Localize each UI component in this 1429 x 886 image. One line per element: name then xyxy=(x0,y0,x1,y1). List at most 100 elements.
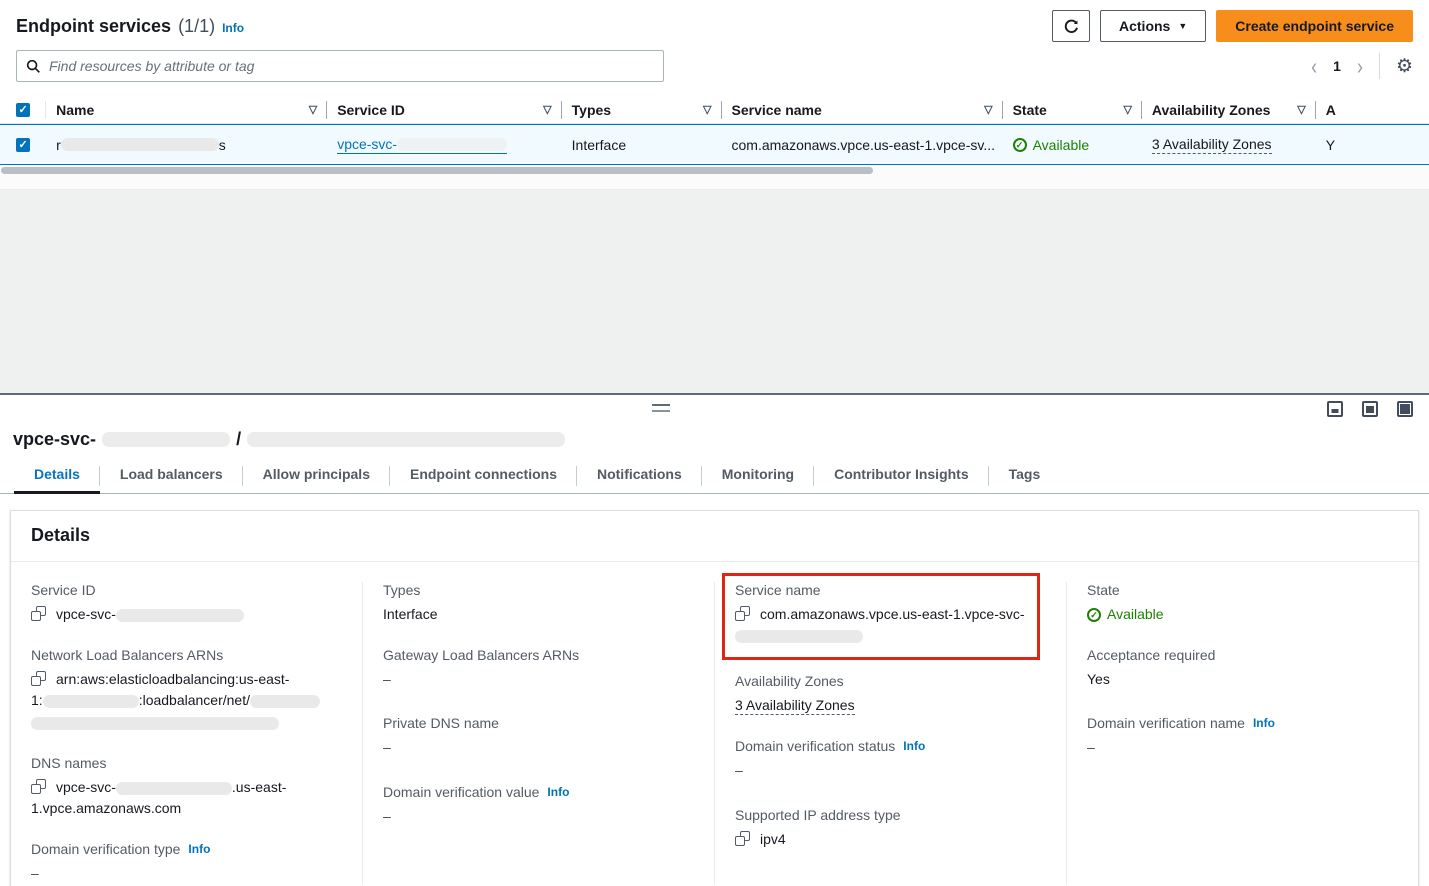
field-service-name-highlighted: Service name com.amazonaws.vpce.us-east-… xyxy=(722,573,1040,660)
column-header-service-id[interactable]: Service ID ▽ xyxy=(327,96,561,123)
refresh-button[interactable] xyxy=(1052,10,1090,42)
field-value: com.amazonaws.vpce.us-east-1.vpce-svc- xyxy=(735,604,1027,647)
redacted-title-name xyxy=(247,432,565,447)
field-value: ipv4 xyxy=(735,829,1046,851)
info-link[interactable]: Info xyxy=(1253,716,1275,730)
column-label: Name xyxy=(56,102,94,118)
list-section: Endpoint services (1/1) Info Actions ▼ C… xyxy=(0,0,1429,190)
tab-details[interactable]: Details xyxy=(14,466,100,493)
dns-text: .us-east- xyxy=(232,779,286,795)
filter-icon[interactable]: ▽ xyxy=(703,103,711,116)
refresh-icon xyxy=(1063,18,1080,35)
tab-allow-principals[interactable]: Allow principals xyxy=(243,466,390,493)
tab-notifications[interactable]: Notifications xyxy=(577,466,702,493)
search-box[interactable] xyxy=(16,50,664,82)
filter-icon[interactable]: ▽ xyxy=(309,103,317,116)
copy-icon[interactable] xyxy=(31,779,46,794)
nlb-arn-text: arn:aws:elasticloadbalancing:us-east- xyxy=(56,671,289,687)
create-endpoint-service-button[interactable]: Create endpoint service xyxy=(1216,10,1413,42)
prev-page-button[interactable]: ‹ xyxy=(1311,54,1317,77)
column-header-acceptance[interactable]: A xyxy=(1316,96,1429,123)
row-acceptance-cell: Y xyxy=(1316,125,1429,164)
panel-size-large-icon[interactable] xyxy=(1397,401,1413,417)
tab-endpoint-connections[interactable]: Endpoint connections xyxy=(390,466,577,493)
current-page[interactable]: 1 xyxy=(1333,58,1341,74)
panel-size-medium-icon[interactable] xyxy=(1362,401,1378,417)
acceptance-text: Y xyxy=(1326,137,1335,153)
field-state: State ✓ Available xyxy=(1087,582,1398,626)
filter-icon[interactable]: ▽ xyxy=(543,103,551,116)
table-row[interactable]: ✓ rs vpce-svc- Interface com.amazonaws.v… xyxy=(0,124,1429,165)
field-acceptance-required: Acceptance required Yes xyxy=(1087,647,1398,691)
redacted-name xyxy=(61,138,219,151)
tab-monitoring[interactable]: Monitoring xyxy=(702,466,814,493)
copy-icon[interactable] xyxy=(735,831,750,846)
list-header: Endpoint services (1/1) Info Actions ▼ C… xyxy=(0,0,1429,50)
redacted-value xyxy=(735,630,863,643)
field-value: – xyxy=(383,737,694,759)
column-label: Service name xyxy=(732,102,822,118)
panel-drag-handle[interactable] xyxy=(652,404,670,412)
copy-icon[interactable] xyxy=(31,671,46,686)
field-label: Availability Zones xyxy=(735,673,1046,689)
gear-icon[interactable]: ⚙ xyxy=(1396,57,1413,76)
list-title: Endpoint services (1/1) Info xyxy=(16,16,244,37)
panel-size-small-icon[interactable] xyxy=(1327,401,1343,417)
service-name-text: com.amazonaws.vpce.us-east-1.vpce-sv... xyxy=(732,137,996,153)
copy-icon[interactable] xyxy=(735,606,750,621)
field-label: Gateway Load Balancers ARNs xyxy=(383,647,694,663)
column-header-availability-zones[interactable]: Availability Zones ▽ xyxy=(1142,96,1316,123)
column-header-state[interactable]: State ▽ xyxy=(1003,96,1142,123)
caret-down-icon: ▼ xyxy=(1178,21,1187,31)
field-value: – xyxy=(735,760,1046,782)
dns-text: 1.vpce.amazonaws.com xyxy=(31,800,181,816)
actions-button[interactable]: Actions ▼ xyxy=(1100,10,1206,42)
tab-contributor-insights[interactable]: Contributor Insights xyxy=(814,466,989,493)
title-info-link[interactable]: Info xyxy=(222,21,244,35)
filter-icon[interactable]: ▽ xyxy=(1123,103,1131,116)
column-header-service-name[interactable]: Service name ▽ xyxy=(722,96,1003,123)
filter-icon[interactable]: ▽ xyxy=(1297,103,1305,116)
row-az-cell: 3 Availability Zones xyxy=(1142,125,1316,164)
tab-load-balancers[interactable]: Load balancers xyxy=(100,466,243,493)
availability-zones-link[interactable]: 3 Availability Zones xyxy=(1152,136,1272,154)
page-title: Endpoint services xyxy=(16,16,171,37)
redacted-value xyxy=(250,695,320,708)
column-header-name[interactable]: Name ▽ xyxy=(46,96,327,123)
info-link[interactable]: Info xyxy=(547,785,569,799)
field-label: Acceptance required xyxy=(1087,647,1398,663)
paging-divider xyxy=(1379,53,1380,79)
field-label: Domain verification value xyxy=(383,784,539,800)
scrollbar-thumb[interactable] xyxy=(1,167,873,174)
details-card-body: Service ID vpce-svc- Network Load Balanc… xyxy=(11,562,1418,886)
filter-icon[interactable]: ▽ xyxy=(984,103,992,116)
field-value: – xyxy=(31,863,342,885)
panel-title: vpce-svc- / xyxy=(0,395,1429,450)
select-all-checkbox-cell: ✓ xyxy=(0,96,46,123)
field-domain-verification-type: Domain verification type Info – xyxy=(31,841,342,885)
row-checkbox[interactable]: ✓ xyxy=(16,138,30,152)
tab-tags[interactable]: Tags xyxy=(989,466,1061,493)
field-value: – xyxy=(383,806,694,828)
service-id-link[interactable]: vpce-svc- xyxy=(337,136,507,154)
search-icon xyxy=(26,59,41,74)
field-glb-arns: Gateway Load Balancers ARNs – xyxy=(383,647,694,691)
field-value: vpce-svc- xyxy=(31,604,342,626)
column-header-types[interactable]: Types ▽ xyxy=(562,96,722,123)
field-label: Domain verification type xyxy=(31,841,180,857)
info-link[interactable]: Info xyxy=(188,842,210,856)
next-page-button[interactable]: › xyxy=(1357,54,1363,77)
horizontal-scrollbar[interactable] xyxy=(0,165,1429,176)
availability-zones-link[interactable]: 3 Availability Zones xyxy=(735,697,855,715)
service-id-value: vpce-svc- xyxy=(56,606,116,622)
endpoint-services-page: Endpoint services (1/1) Info Actions ▼ C… xyxy=(0,0,1429,886)
details-column-2: Types Interface Gateway Load Balancers A… xyxy=(362,582,714,885)
nlb-arn-text: :loadbalancer/net/ xyxy=(139,692,250,708)
select-all-checkbox[interactable]: ✓ xyxy=(16,103,30,117)
field-label: Types xyxy=(383,582,694,598)
details-column-3: Service name com.amazonaws.vpce.us-east-… xyxy=(714,582,1066,885)
info-link[interactable]: Info xyxy=(903,739,925,753)
search-input[interactable] xyxy=(49,58,654,74)
copy-icon[interactable] xyxy=(31,606,46,621)
field-ip-address-type: Supported IP address type ipv4 xyxy=(735,807,1046,851)
